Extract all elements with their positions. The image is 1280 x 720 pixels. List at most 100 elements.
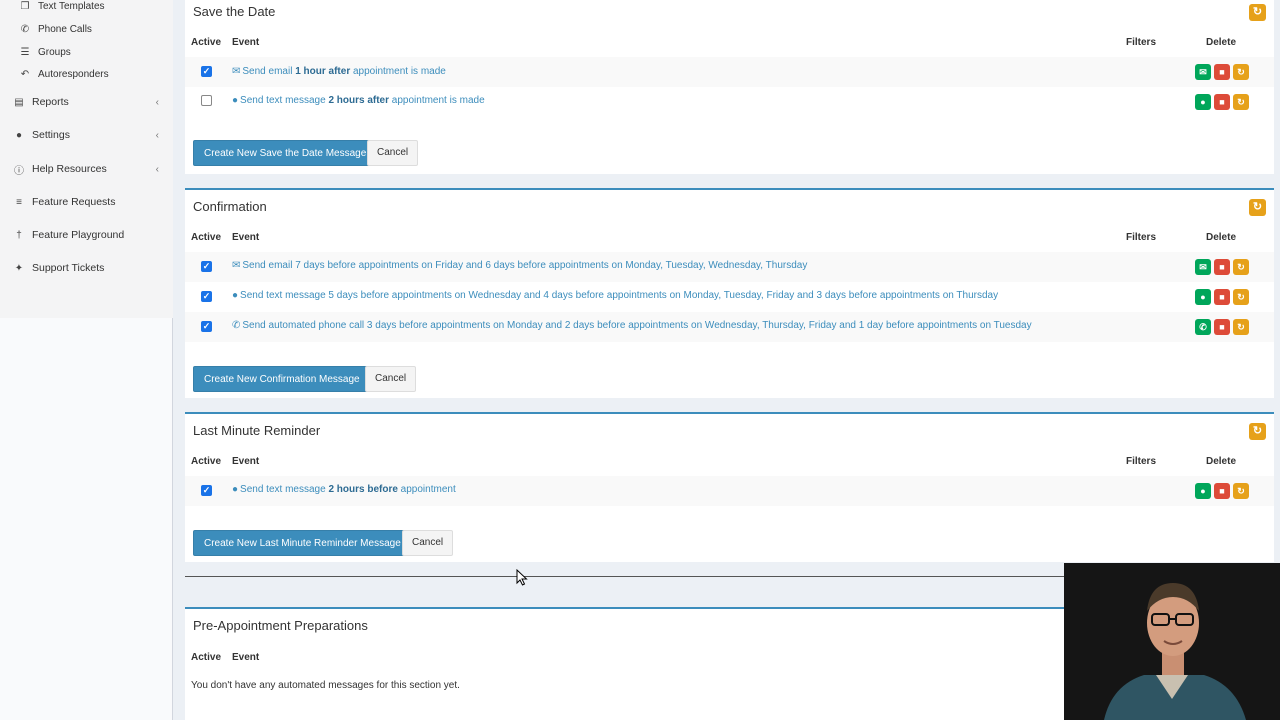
event-link[interactable]: ● Send text message 2 hours after appoint… bbox=[232, 95, 485, 106]
cancel-button[interactable]: Cancel bbox=[402, 530, 454, 556]
sidebar-item-autoresponders[interactable]: ↶ Autoresponders bbox=[0, 62, 173, 86]
event-text: appointment is made bbox=[350, 66, 446, 77]
row-actions: ● ■ ↻ bbox=[1195, 483, 1249, 499]
event-link[interactable]: ✆ Send automated phone call 3 days before… bbox=[232, 320, 1032, 331]
ticket-icon: ✦ bbox=[14, 262, 24, 274]
reply-icon: ↶ bbox=[20, 68, 30, 80]
reset-icon[interactable]: ↻ bbox=[1233, 289, 1249, 305]
active-checkbox[interactable]: ✓ bbox=[201, 261, 212, 272]
panel-title: Save the Date bbox=[193, 4, 276, 19]
chevron-left-icon: ‹ bbox=[155, 96, 159, 108]
sidebar-item-label: Help Resources bbox=[32, 163, 107, 175]
sidebar-item-settings[interactable]: ● Settings ‹ bbox=[0, 123, 173, 147]
trash-icon[interactable]: ■ bbox=[1214, 289, 1230, 305]
row-actions: ✉ ■ ↻ bbox=[1195, 259, 1249, 275]
reset-icon[interactable]: ↻ bbox=[1233, 259, 1249, 275]
event-link[interactable]: ● Send text message 2 hours before appoin… bbox=[232, 484, 456, 495]
create-confirmation-button[interactable]: Create New Confirmation Message bbox=[193, 366, 371, 392]
sidebar-item-label: Autoresponders bbox=[38, 68, 109, 80]
reset-icon[interactable]: ↻ bbox=[1249, 4, 1266, 21]
phone-icon: ✆ bbox=[20, 23, 30, 35]
panel-title: Confirmation bbox=[193, 199, 267, 214]
active-checkbox[interactable]: ✓ bbox=[201, 66, 212, 77]
list-ordered-icon: ≡ bbox=[16, 196, 22, 208]
trash-icon[interactable]: ■ bbox=[1214, 94, 1230, 110]
sidebar-item-label: Settings bbox=[32, 129, 70, 141]
comment-icon: ● bbox=[232, 290, 239, 301]
header-event: Event bbox=[232, 37, 260, 48]
cancel-button[interactable]: Cancel bbox=[367, 140, 419, 166]
active-checkbox[interactable] bbox=[201, 95, 212, 106]
event-text: Send text message bbox=[240, 95, 329, 106]
active-checkbox[interactable]: ✓ bbox=[201, 291, 212, 302]
event-bold: 2 hours before bbox=[328, 484, 398, 495]
event-link[interactable]: ✉ Send email 7 days before appointments o… bbox=[232, 260, 807, 271]
webcam-overlay bbox=[1064, 563, 1280, 720]
header-filters: Filters bbox=[1126, 232, 1157, 243]
event-text: Send automated phone call 3 days before … bbox=[242, 320, 1032, 331]
comment-icon[interactable]: ● bbox=[1195, 94, 1211, 110]
active-checkbox[interactable]: ✓ bbox=[201, 321, 212, 332]
comment-icon[interactable]: ● bbox=[1195, 483, 1211, 499]
reset-icon[interactable]: ↻ bbox=[1249, 423, 1266, 440]
user-icon: ● bbox=[15, 129, 23, 141]
panel-confirmation: Confirmation ↻ Active Event Filters Dele… bbox=[185, 188, 1274, 398]
event-text: Send text message 5 days before appointm… bbox=[240, 290, 999, 301]
header-event: Event bbox=[232, 456, 260, 467]
event-text: Send text message bbox=[240, 484, 329, 495]
sidebar-item-label: Groups bbox=[38, 46, 71, 58]
event-link[interactable]: ✉ Send email 1 hour after appointment is … bbox=[232, 66, 446, 77]
sidebar-item-support-tickets[interactable]: ✦ Support Tickets bbox=[0, 256, 173, 280]
sidebar-item-label: Text Templates bbox=[38, 0, 105, 12]
reset-icon[interactable]: ↻ bbox=[1249, 199, 1266, 216]
header-event: Event bbox=[232, 652, 260, 663]
empty-message: You don't have any automated messages fo… bbox=[191, 680, 460, 691]
copy-icon: ❐ bbox=[20, 0, 30, 12]
row-actions: ● ■ ↻ bbox=[1195, 289, 1249, 305]
sidebar-item-feature-playground[interactable]: † Feature Playground bbox=[0, 223, 173, 247]
trash-icon[interactable]: ■ bbox=[1214, 319, 1230, 335]
comment-icon[interactable]: ● bbox=[1195, 289, 1211, 305]
sidebar-item-text-templates[interactable]: ❐ Text Templates bbox=[0, 0, 173, 18]
sidebar-item-feature-requests[interactable]: ≡ Feature Requests bbox=[0, 190, 173, 214]
reset-icon[interactable]: ↻ bbox=[1233, 319, 1249, 335]
comment-icon: ● bbox=[232, 95, 239, 106]
chevron-left-icon: ‹ bbox=[155, 163, 159, 175]
trash-icon[interactable]: ■ bbox=[1214, 64, 1230, 80]
trash-icon[interactable]: ■ bbox=[1214, 483, 1230, 499]
active-checkbox[interactable]: ✓ bbox=[201, 485, 212, 496]
reset-icon[interactable]: ↻ bbox=[1233, 483, 1249, 499]
mouse-cursor-icon bbox=[516, 569, 528, 586]
envelope-icon[interactable]: ✉ bbox=[1195, 259, 1211, 275]
header-event: Event bbox=[232, 232, 260, 243]
reset-icon[interactable]: ↻ bbox=[1233, 64, 1249, 80]
trash-icon[interactable]: ■ bbox=[1214, 259, 1230, 275]
sidebar-item-help-resources[interactable]: ⓘ Help Resources ‹ bbox=[0, 157, 173, 181]
header-delete: Delete bbox=[1206, 456, 1237, 467]
create-last-minute-reminder-button[interactable]: Create New Last Minute Reminder Message bbox=[193, 530, 412, 556]
reset-icon[interactable]: ↻ bbox=[1233, 94, 1249, 110]
header-active: Active bbox=[191, 456, 222, 467]
comment-icon: ● bbox=[232, 484, 239, 495]
cancel-button[interactable]: Cancel bbox=[365, 366, 417, 392]
envelope-icon[interactable]: ✉ bbox=[1195, 64, 1211, 80]
sidebar-item-label: Phone Calls bbox=[38, 23, 92, 35]
event-link[interactable]: ● Send text message 5 days before appoint… bbox=[232, 290, 998, 301]
sidebar-item-phone-calls[interactable]: ✆ Phone Calls bbox=[0, 17, 173, 41]
sidebar-item-reports[interactable]: ▤ Reports ‹ bbox=[0, 90, 173, 114]
table-row: ✓ ● Send text message 5 days before appoi… bbox=[185, 282, 1274, 312]
event-text: appointment is made bbox=[389, 95, 485, 106]
panel-title: Pre-Appointment Preparations bbox=[193, 618, 368, 633]
info-icon: ⓘ bbox=[14, 165, 24, 177]
panel-last-minute-reminder: Last Minute Reminder ↻ Active Event Filt… bbox=[185, 412, 1274, 562]
create-save-the-date-button[interactable]: Create New Save the Date Message bbox=[193, 140, 378, 166]
table-row: ● Send text message 2 hours after appoint… bbox=[185, 87, 1274, 117]
sidebar: ❐ Text Templates ✆ Phone Calls ☰ Groups … bbox=[0, 0, 173, 720]
header-delete: Delete bbox=[1206, 232, 1237, 243]
phone-icon[interactable]: ✆ bbox=[1195, 319, 1211, 335]
sidebar-item-label: Reports bbox=[32, 96, 69, 108]
table-row: ✓ ✉ Send email 1 hour after appointment i… bbox=[185, 57, 1274, 87]
sidebar-item-groups[interactable]: ☰ Groups bbox=[0, 40, 173, 64]
list-icon: ☰ bbox=[20, 46, 30, 58]
event-bold: 1 hour after bbox=[295, 66, 351, 77]
